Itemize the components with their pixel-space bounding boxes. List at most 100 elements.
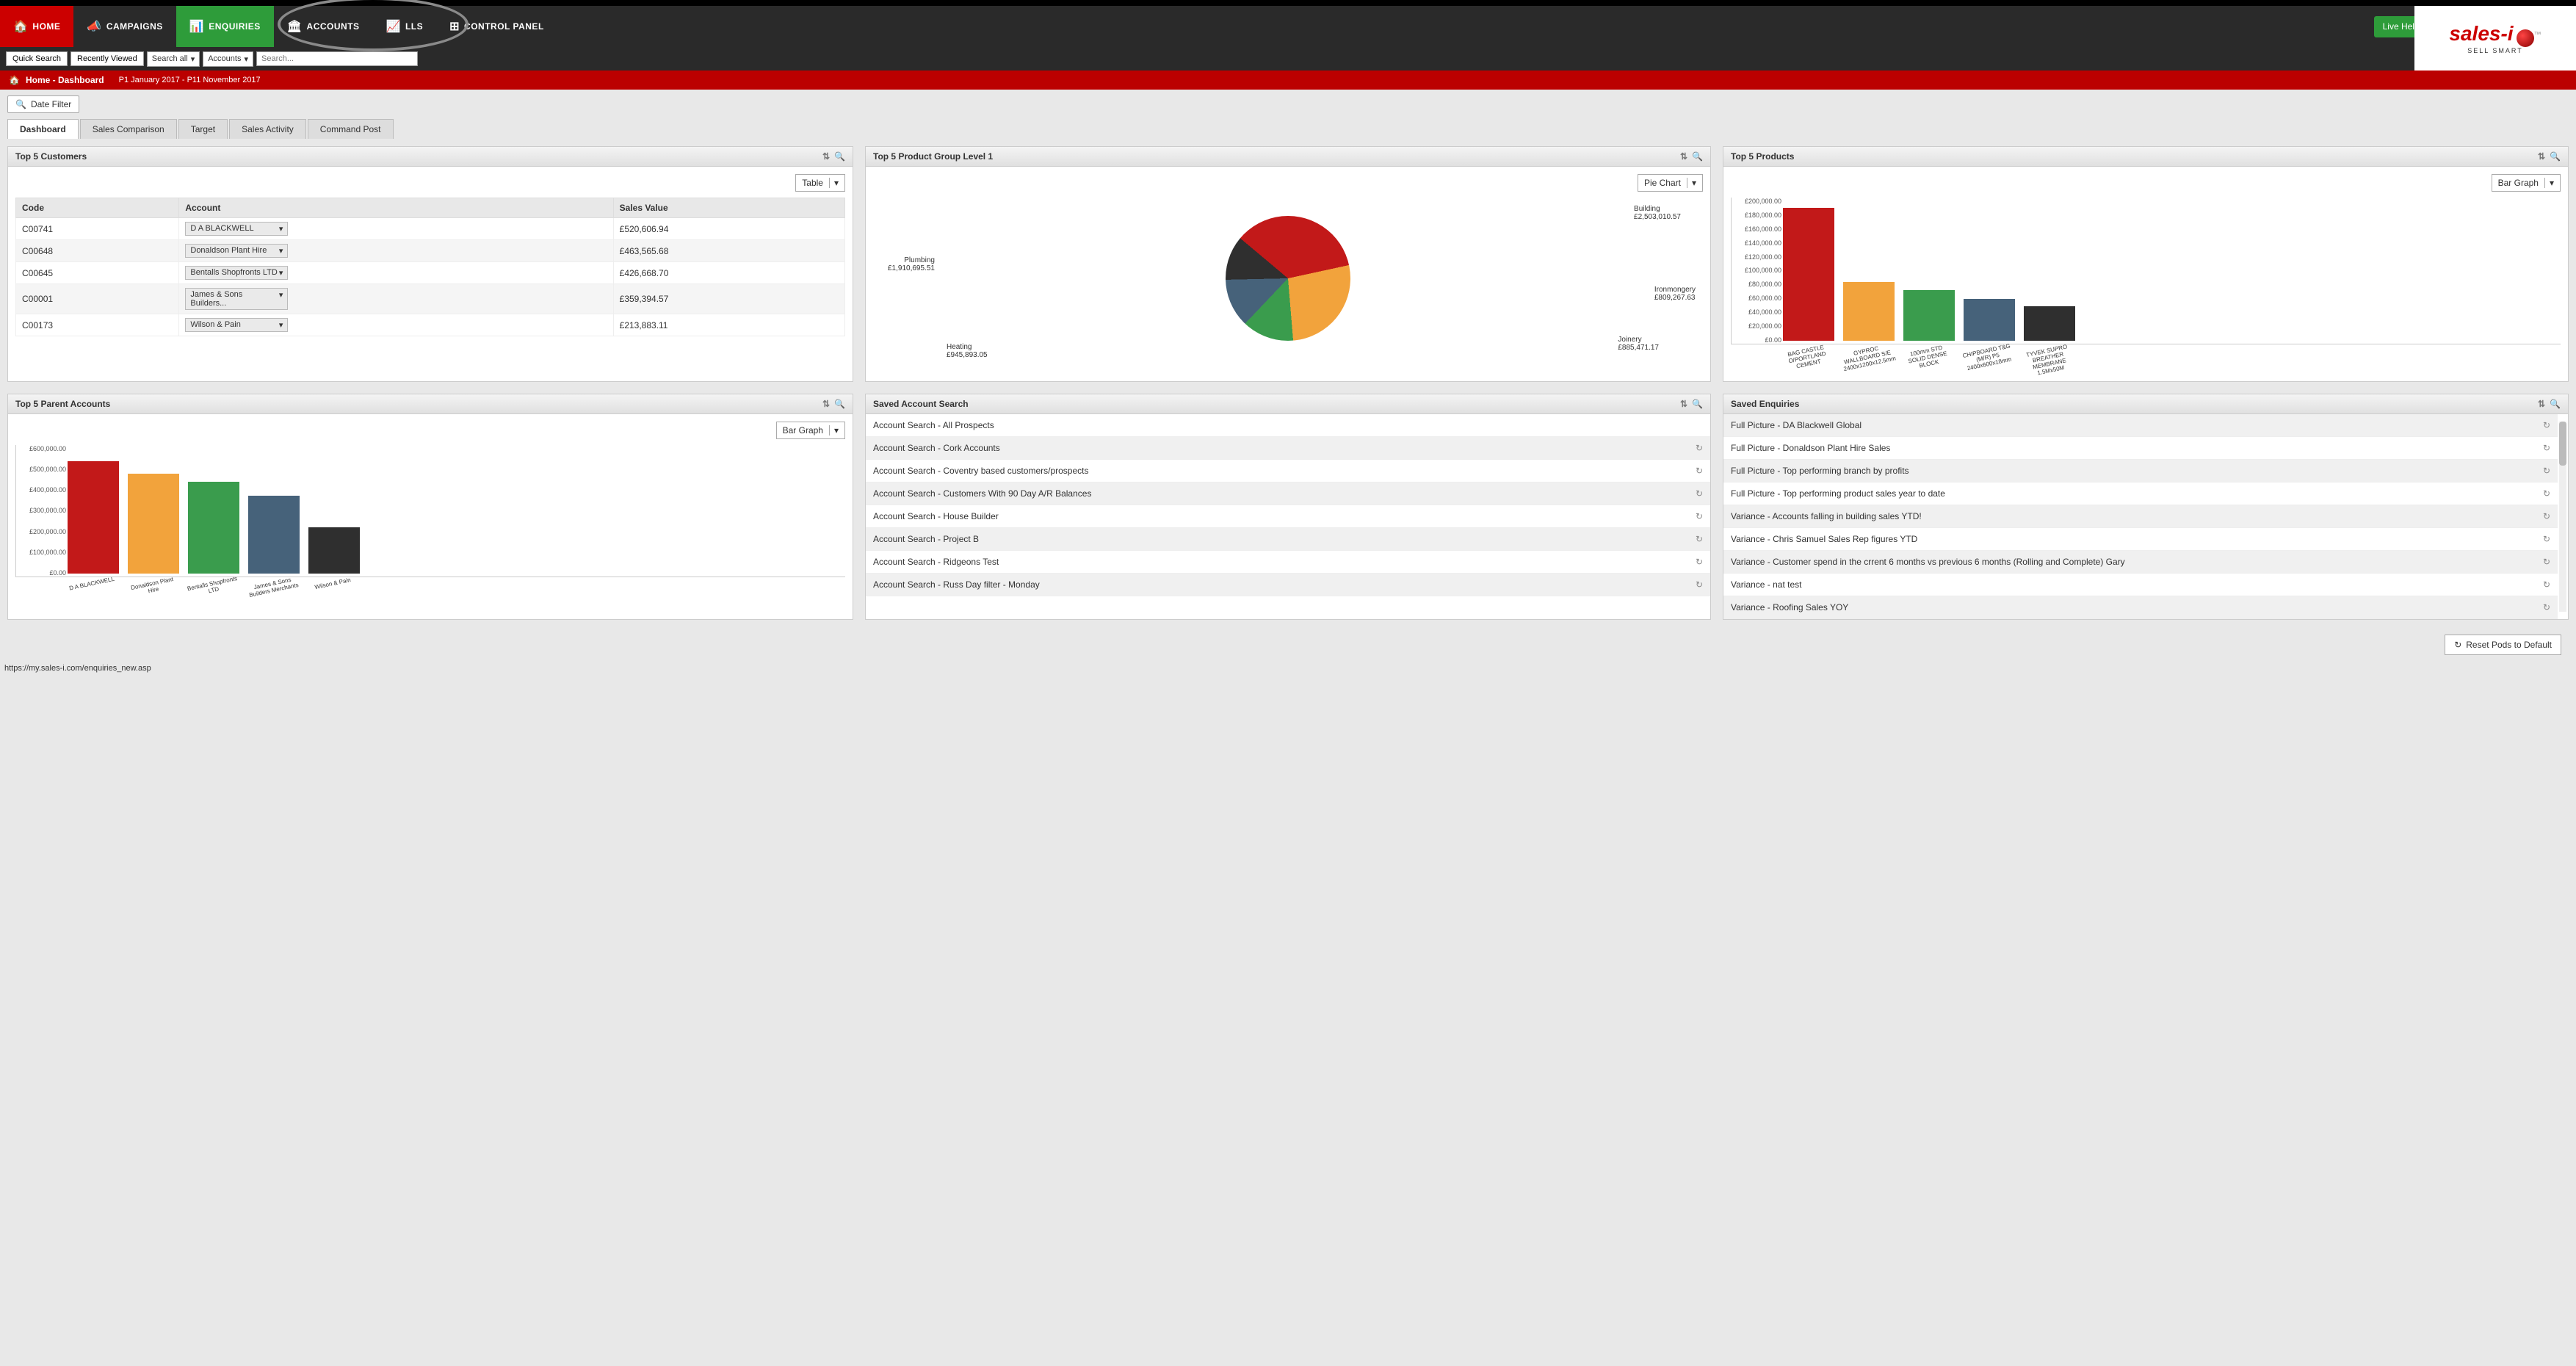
list-item[interactable]: Full Picture - Top performing branch by … <box>1723 460 2558 483</box>
refresh-icon[interactable]: ↻ <box>1696 443 1703 453</box>
bar <box>308 527 360 574</box>
tab-sales-activity[interactable]: Sales Activity <box>229 119 306 139</box>
pod-title: Saved Enquiries <box>1731 399 1799 409</box>
view-select[interactable]: Table▾ <box>795 174 845 192</box>
search-icon[interactable]: 🔍 <box>834 399 845 409</box>
tab-command-post[interactable]: Command Post <box>308 119 394 139</box>
refresh-icon[interactable]: ↻ <box>1696 579 1703 590</box>
refresh-icon[interactable]: ↻ <box>2543 557 2550 567</box>
drag-icon[interactable]: ⇅ <box>1680 151 1687 162</box>
refresh-icon[interactable]: ↻ <box>2543 443 2550 453</box>
nav-accounts[interactable]: 🏛ACCOUNTS <box>274 6 373 47</box>
search-icon: 🔍 <box>15 99 26 109</box>
refresh-icon[interactable]: ↻ <box>2543 466 2550 476</box>
quick-search-button[interactable]: Quick Search <box>6 51 68 66</box>
nav-home[interactable]: 🏠HOME <box>0 6 73 47</box>
refresh-icon[interactable]: ↻ <box>2543 511 2550 521</box>
table-row[interactable]: C00173Wilson & Pain▾£213,883.11 <box>16 314 845 336</box>
drag-icon[interactable]: ⇅ <box>822 399 830 409</box>
search-icon[interactable]: 🔍 <box>2550 399 2561 409</box>
recently-viewed-button[interactable]: Recently Viewed <box>70 51 144 66</box>
pie-chart: Building£2,503,010.57 Plumbing£1,910,695… <box>873 198 1703 359</box>
pod-product-group: Top 5 Product Group Level 1⇅🔍 Pie Chart▾… <box>865 146 1711 382</box>
refresh-icon[interactable]: ↻ <box>1696 534 1703 544</box>
list-item[interactable]: Account Search - All Prospects <box>866 414 1710 437</box>
refresh-icon[interactable]: ↻ <box>1696 466 1703 476</box>
control-panel-icon: ⊞ <box>449 19 460 34</box>
bar <box>1903 290 1955 341</box>
nav-lls[interactable]: 📈LLS <box>373 6 437 47</box>
enquiries-icon: 📊 <box>189 19 204 34</box>
list-item[interactable]: Full Picture - DA Blackwell Global↻ <box>1723 414 2558 437</box>
refresh-icon[interactable]: ↻ <box>1696 511 1703 521</box>
list-item[interactable]: Variance - nat test↻ <box>1723 574 2558 596</box>
table-row[interactable]: C00648Donaldson Plant Hire▾£463,565.68 <box>16 240 845 262</box>
search-icon[interactable]: 🔍 <box>1692 151 1703 162</box>
refresh-icon[interactable]: ↻ <box>2543 488 2550 499</box>
refresh-icon[interactable]: ↻ <box>1696 488 1703 499</box>
pod-parent-accounts: Top 5 Parent Accounts⇅🔍 Bar Graph▾ £600,… <box>7 394 853 620</box>
reset-pods-button[interactable]: ↻Reset Pods to Default <box>2445 635 2561 655</box>
drag-icon[interactable]: ⇅ <box>2538 151 2545 162</box>
list-item[interactable]: Account Search - Project B↻ <box>866 528 1710 551</box>
view-select[interactable]: Bar Graph▾ <box>2492 174 2561 192</box>
list-item[interactable]: Account Search - Cork Accounts↻ <box>866 437 1710 460</box>
tab-target[interactable]: Target <box>178 119 228 139</box>
search-input[interactable] <box>256 51 418 66</box>
table-row[interactable]: C00741D A BLACKWELL▾£520,606.94 <box>16 218 845 240</box>
refresh-icon[interactable]: ↻ <box>2543 602 2550 612</box>
list-item[interactable]: Variance - Accounts falling in building … <box>1723 505 2558 528</box>
table-row[interactable]: C00001James & Sons Builders...▾£359,394.… <box>16 284 845 314</box>
nav-control-panel[interactable]: ⊞CONTROL PANEL <box>436 6 557 47</box>
list-item[interactable]: Account Search - House Builder↻ <box>866 505 1710 528</box>
account-select[interactable]: D A BLACKWELL▾ <box>185 222 288 236</box>
list-item[interactable]: Account Search - Coventry based customer… <box>866 460 1710 483</box>
search-icon[interactable]: 🔍 <box>2550 151 2561 162</box>
list-item[interactable]: Variance - Chris Samuel Sales Rep figure… <box>1723 528 2558 551</box>
nav-enquiries[interactable]: 📊ENQUIRIES <box>176 6 274 47</box>
bar <box>188 482 239 574</box>
list-item[interactable]: Account Search - Russ Day filter - Monda… <box>866 574 1710 596</box>
nav-campaigns[interactable]: 📣CAMPAIGNS <box>73 6 176 47</box>
search-toolbar: Quick Search Recently Viewed Search all▾… <box>0 47 2576 71</box>
breadcrumb-home[interactable]: 🏠Home - Dashboard <box>9 75 104 85</box>
pod-title: Top 5 Parent Accounts <box>15 399 110 409</box>
account-select[interactable]: Donaldson Plant Hire▾ <box>185 244 288 258</box>
date-filter-button[interactable]: 🔍Date Filter <box>7 95 79 113</box>
search-icon[interactable]: 🔍 <box>1692 399 1703 409</box>
drag-icon[interactable]: ⇅ <box>822 151 830 162</box>
main-nav: 🏠HOME 📣CAMPAIGNS 📊ENQUIRIES 🏛ACCOUNTS 📈L… <box>0 6 2576 47</box>
bar <box>128 474 179 574</box>
search-type-select[interactable]: Accounts▾ <box>203 51 253 67</box>
scrollbar[interactable] <box>2559 422 2566 612</box>
refresh-icon[interactable]: ↻ <box>1696 557 1703 567</box>
refresh-icon[interactable]: ↻ <box>2543 534 2550 544</box>
list-item[interactable]: Account Search - Ridgeons Test↻ <box>866 551 1710 574</box>
list-item[interactable]: Account Search - Customers With 90 Day A… <box>866 483 1710 505</box>
drag-icon[interactable]: ⇅ <box>2538 399 2545 409</box>
chevron-down-icon: ▾ <box>829 425 839 436</box>
logo: sales-i™ SELL SMART <box>2414 6 2576 71</box>
list-item[interactable]: Full Picture - Donaldson Plant Hire Sale… <box>1723 437 2558 460</box>
list-item[interactable]: Variance - Customer spend in the crrent … <box>1723 551 2558 574</box>
view-select[interactable]: Pie Chart▾ <box>1638 174 1703 192</box>
account-select[interactable]: James & Sons Builders...▾ <box>185 288 288 310</box>
drag-icon[interactable]: ⇅ <box>1680 399 1687 409</box>
table-row[interactable]: C00645Bentalls Shopfronts LTD▾£426,668.7… <box>16 262 845 284</box>
view-select[interactable]: Bar Graph▾ <box>776 422 845 439</box>
bar <box>248 496 300 574</box>
list-item[interactable]: Variance - Roofing Sales YOY↻ <box>1723 596 2558 619</box>
refresh-icon[interactable]: ↻ <box>2543 579 2550 590</box>
search-icon[interactable]: 🔍 <box>834 151 845 162</box>
list-item[interactable]: Full Picture - Top performing product sa… <box>1723 483 2558 505</box>
pod-top-products: Top 5 Products⇅🔍 Bar Graph▾ £200,000.00£… <box>1723 146 2569 382</box>
account-select[interactable]: Wilson & Pain▾ <box>185 318 288 332</box>
search-scope-select[interactable]: Search all▾ <box>147 51 200 67</box>
account-select[interactable]: Bentalls Shopfronts LTD▾ <box>185 266 288 280</box>
tab-sales-comparison[interactable]: Sales Comparison <box>80 119 177 139</box>
chevron-down-icon: ▾ <box>2544 178 2554 188</box>
tab-dashboard[interactable]: Dashboard <box>7 119 79 139</box>
chevron-down-icon: ▾ <box>829 178 839 188</box>
chevron-down-icon: ▾ <box>244 54 248 64</box>
refresh-icon[interactable]: ↻ <box>2543 420 2550 430</box>
